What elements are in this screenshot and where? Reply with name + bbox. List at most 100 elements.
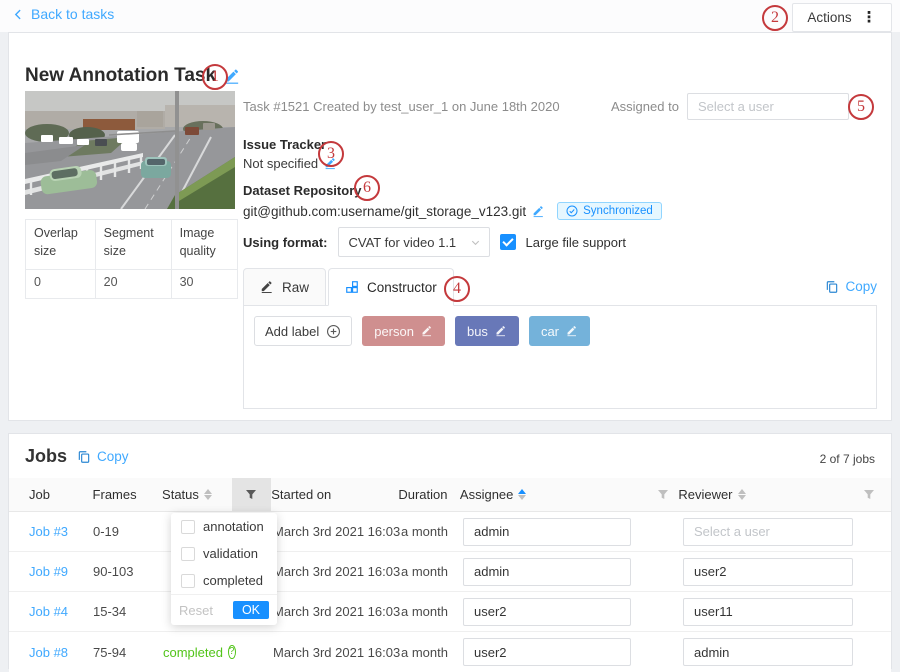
assigned-to-label: Assigned to [611, 99, 679, 114]
filter-funnel-icon [657, 489, 669, 501]
sort-icon[interactable] [738, 489, 746, 500]
filter-ok-button[interactable]: OK [233, 601, 269, 619]
copy-icon [77, 450, 91, 464]
reviewer-filter-button[interactable] [863, 489, 891, 501]
label-chip-person[interactable]: person [362, 316, 445, 346]
job-link[interactable]: Job #8 [29, 645, 68, 660]
actions-label: Actions [807, 10, 851, 25]
dataset-repository-label: Dataset Repository [243, 183, 662, 198]
sync-status-badge[interactable]: Synchronized [557, 202, 662, 220]
tab-constructor-label: Constructor [367, 280, 437, 295]
chevron-left-icon [12, 8, 25, 21]
sort-icon[interactable] [204, 489, 212, 500]
large-file-support-checkbox[interactable] [500, 234, 516, 250]
job-link[interactable]: Job #4 [29, 604, 68, 619]
back-to-tasks-label: Back to tasks [31, 6, 114, 22]
dataset-repository-url: git@github.com:username/git_storage_v123… [243, 204, 526, 219]
status-filter-dropdown: annotation validation completed Reset OK [171, 513, 277, 625]
tab-raw-label: Raw [282, 280, 309, 295]
filter-funnel-icon [245, 489, 257, 501]
filter-option-completed[interactable]: completed [171, 567, 277, 594]
column-duration: Duration [398, 487, 460, 502]
jobs-copy-button[interactable]: Copy [77, 449, 129, 464]
task-detail-panel: New Annotation Task [8, 32, 892, 421]
filter-option-annotation[interactable]: annotation [171, 513, 277, 540]
labels-copy-button[interactable]: Copy [825, 279, 877, 294]
tab-constructor[interactable]: Constructor [328, 268, 454, 306]
filter-option-label: annotation [203, 519, 264, 534]
checkbox-unchecked[interactable] [181, 520, 195, 534]
task-title: New Annotation Task [25, 65, 216, 87]
edit-label-icon[interactable] [566, 325, 578, 337]
job-duration: a month [401, 564, 463, 579]
jobs-count: 2 of 7 jobs [820, 452, 875, 466]
edit-label-icon[interactable] [421, 325, 433, 337]
param-header-segment: Segment size [95, 220, 171, 270]
reviewer-input[interactable] [683, 638, 853, 666]
checkbox-unchecked[interactable] [181, 574, 195, 588]
filter-funnel-icon [863, 489, 875, 501]
add-label-button[interactable]: Add label [254, 316, 352, 346]
reviewer-input[interactable] [683, 518, 853, 546]
column-assignee[interactable]: Assignee [460, 487, 649, 502]
column-assignee-label: Assignee [460, 487, 513, 502]
assignee-input[interactable] [463, 598, 631, 626]
task-parameters-table: Overlap size Segment size Image quality … [25, 219, 238, 299]
tab-raw[interactable]: Raw [243, 268, 326, 306]
column-reviewer[interactable]: Reviewer [678, 487, 863, 502]
job-status: completed [163, 645, 223, 660]
assignee-input[interactable] [463, 638, 631, 666]
job-frames: 90-103 [93, 564, 163, 579]
param-header-overlap: Overlap size [26, 220, 96, 270]
task-meta: Task #1521 Created by test_user_1 on Jun… [243, 99, 560, 114]
format-select[interactable]: CVAT for video 1.1 [338, 227, 490, 257]
assignee-input[interactable] [463, 558, 631, 586]
column-status[interactable]: Status [162, 487, 232, 502]
reviewer-input[interactable] [683, 558, 853, 586]
label-chip-bus-name: bus [467, 324, 488, 339]
label-chip-bus[interactable]: bus [455, 316, 519, 346]
job-duration: a month [401, 524, 463, 539]
large-file-support-label: Large file support [526, 235, 626, 250]
jobs-table-header: Job Frames Status Started on Duration As… [9, 478, 891, 512]
param-value-segment: 20 [95, 270, 171, 299]
job-link[interactable]: Job #9 [29, 564, 68, 579]
assigned-to-input[interactable] [687, 93, 849, 120]
plus-circle-icon [326, 324, 341, 339]
sort-icon-active[interactable] [518, 489, 526, 500]
edit-repository-icon[interactable] [532, 205, 545, 218]
checkbox-unchecked[interactable] [181, 547, 195, 561]
back-to-tasks-link[interactable]: Back to tasks [12, 6, 114, 22]
assignee-filter-button[interactable] [649, 489, 679, 501]
job-started: March 3rd 2021 16:03 [273, 645, 401, 660]
jobs-title: Jobs [25, 446, 67, 467]
actions-button[interactable]: Actions ⋮ [792, 3, 892, 32]
job-row: Job #3 0-19 March 3rd 2021 16:03 a month [9, 512, 891, 552]
status-filter-button[interactable] [232, 478, 272, 511]
add-label-text: Add label [265, 324, 319, 339]
task-preview-image [25, 91, 235, 209]
jobs-copy-label: Copy [97, 449, 129, 464]
check-circle-icon [566, 205, 578, 217]
filter-reset-button[interactable]: Reset [179, 603, 213, 618]
label-chip-car[interactable]: car [529, 316, 590, 346]
param-value-quality: 30 [171, 270, 237, 299]
annotation-marker-6: 6 [354, 175, 380, 201]
labels-copy-label: Copy [845, 279, 877, 294]
filter-option-validation[interactable]: validation [171, 540, 277, 567]
reviewer-input[interactable] [683, 598, 853, 626]
column-frames: Frames [93, 487, 163, 502]
annotation-marker-2: 2 [762, 5, 788, 31]
assignee-input[interactable] [463, 518, 631, 546]
label-chip-car-name: car [541, 324, 559, 339]
chevron-down-icon [470, 237, 481, 248]
job-link[interactable]: Job #3 [29, 524, 68, 539]
job-row: Job #4 15-34 March 3rd 2021 16:03 a mont… [9, 592, 891, 632]
column-status-label: Status [162, 487, 199, 502]
pencil-icon [260, 280, 274, 294]
job-row: Job #8 75-94 completed ? March 3rd 2021 … [9, 632, 891, 672]
annotation-marker-5: 5 [848, 94, 874, 120]
job-frames: 0-19 [93, 524, 163, 539]
job-started: March 3rd 2021 16:03 [273, 604, 401, 619]
edit-label-icon[interactable] [495, 325, 507, 337]
